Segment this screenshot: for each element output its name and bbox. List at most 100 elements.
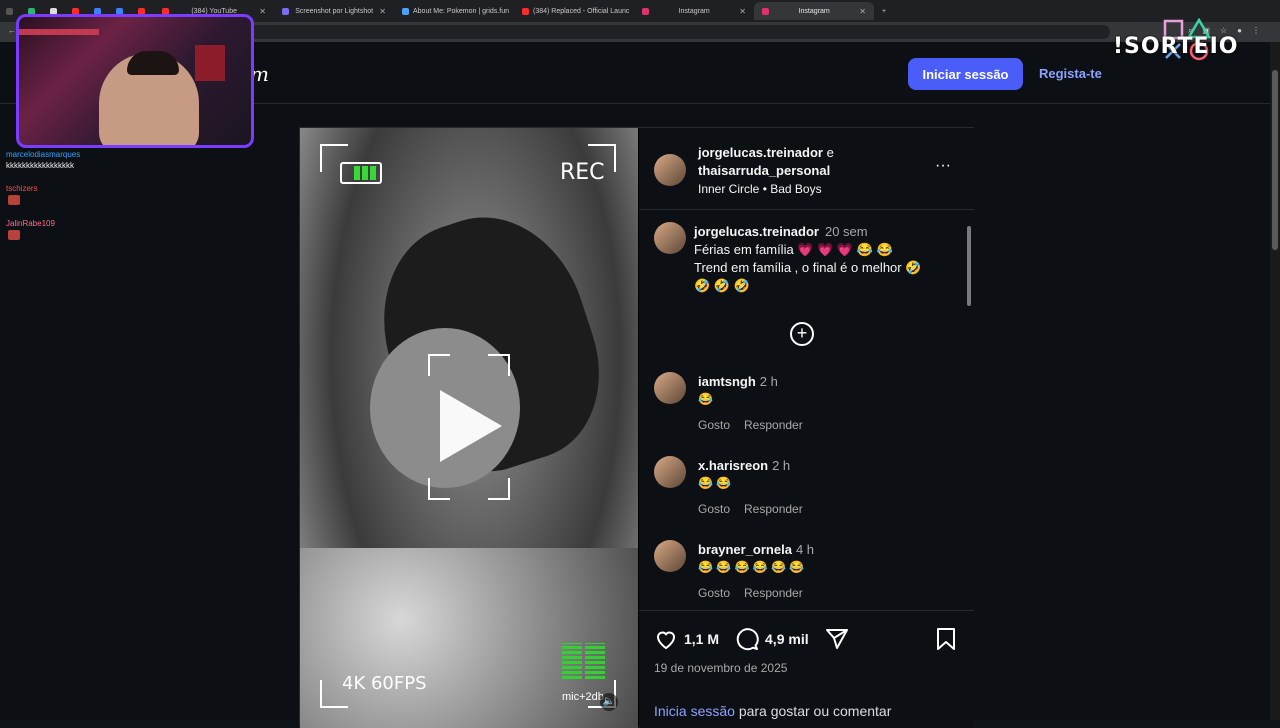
comment-time: 2 h [759,374,778,389]
avatar[interactable] [654,540,686,572]
comment-actions: Gosto Responder [698,586,803,600]
comment-actions: Gosto Responder [698,418,803,432]
focus-corner [488,478,510,500]
comment-user[interactable]: x.harisreon [698,458,768,473]
caption-line-1: Férias em família 💗 💗 💗 😂 😂 [694,242,893,257]
tab-instagram-2[interactable]: Instagram ✕ [754,2,874,20]
close-icon[interactable]: ✕ [739,7,746,16]
bookmark-icon[interactable] [935,627,957,651]
engagement-row: 1,1 M 4,9 mil [654,627,849,651]
chat-user: marcelodiasmarques [6,150,81,159]
tab-instagram-1[interactable]: Instagram ✕ [634,2,754,20]
back-arrow-icon[interactable]: ← [8,26,16,35]
likes-count[interactable]: 1,1 M [684,631,719,647]
tab-label: Instagram [798,7,830,15]
comment-user[interactable]: brayner_ornela [698,542,792,557]
avatar[interactable] [654,222,686,254]
page-scrollbar-thumb[interactable] [1272,70,1278,250]
tab-label: (384) Replaced - Official Launc [533,7,630,15]
signup-link[interactable]: Regista-te [1039,66,1102,81]
play-icon[interactable] [440,390,502,462]
tab-label: Screenshot por Lightshot [295,7,374,15]
close-icon[interactable]: ✕ [379,7,386,16]
post-video[interactable]: REC 4K 60FPS mic+2db 🔈 [300,128,638,728]
caption-time: 20 sem [824,224,868,239]
comment-actions: Gosto Responder [698,502,803,516]
close-icon[interactable]: ✕ [859,7,866,16]
comment-item: x.harisreon 2 h 😂 😂 Gosto Responder [639,456,974,540]
login-prompt-link[interactable]: Inicia sessão [654,703,735,719]
share-icon[interactable] [825,627,849,651]
tab-grids[interactable]: About Me: Pokemon | grids.fun✕ [394,2,514,20]
caption-line-2: Trend em família , o final é o melhor 🤣 [694,260,922,275]
grids-icon [402,7,409,15]
like-comment-button[interactable]: Gosto [698,586,730,600]
comment-text: 😂 [698,392,713,406]
author-link-1[interactable]: jorgelucas.treinador [698,145,823,160]
comment-time: 4 h [795,542,815,557]
close-icon[interactable]: ✕ [259,7,266,16]
and-word: e [826,145,834,160]
comment-time: 2 h [772,458,791,473]
youtube-icon [522,7,529,15]
focus-corner [488,354,510,376]
comment-text: 😂 😂 😂 😂 😂 😂 [698,560,805,574]
reply-button[interactable]: Responder [744,418,803,432]
like-comment-button[interactable]: Gosto [698,418,730,432]
webcam-streamer-hair [127,51,179,75]
address-field[interactable] [250,25,1110,39]
comments-count[interactable]: 4,9 mil [765,631,809,647]
chat-emote-icon [8,195,20,205]
avatar[interactable] [654,372,686,404]
post-card: REC 4K 60FPS mic+2db 🔈 jorgelucas.treina… [299,127,974,728]
like-comment-button[interactable]: Gosto [698,502,730,516]
audio-link[interactable]: Inner Circle • Bad Boys [698,182,822,196]
volume-icon[interactable]: 🔈 [600,693,618,711]
favicon-icon [6,7,13,15]
focus-corner [428,478,450,500]
login-prompt: Inicia sessão para gostar ou comentar [654,703,891,719]
mic-label: mic+2db [562,691,604,703]
webcam-poster [195,45,225,81]
more-options-icon[interactable]: ··· [935,157,951,175]
chat-user: tschizers [6,184,38,193]
new-tab-button[interactable]: + [874,2,894,20]
author-link-2[interactable]: thaisarruda_personal [698,163,830,178]
post-actions: 1,1 M 4,9 mil 19 de novembro de 2025 Ini… [639,610,974,728]
comment-header: brayner_ornela 4 h [698,542,814,557]
post-date: 19 de novembro de 2025 [654,661,788,675]
tab-label: About Me: Pokemon | grids.fun [413,7,509,15]
heart-icon[interactable] [654,627,678,651]
menu-icon[interactable]: ⋮ [1252,26,1260,36]
caption-line-3: 🤣 🤣 🤣 [694,278,750,293]
caption-user[interactable]: jorgelucas.treinador [694,224,819,239]
post-header: jorgelucas.treinador e thaisarruda_perso… [639,128,974,210]
scrollbar-thumb[interactable] [967,226,971,306]
comments-panel: jorgelucas.treinador 20 sem Férias em fam… [639,210,974,610]
focus-corner [428,354,450,376]
chat-user: JalinRabe109 [6,219,55,228]
reply-button[interactable]: Responder [744,586,803,600]
quality-label: 4K 60FPS [342,673,427,694]
comment-user[interactable]: iamtsngh [698,374,756,389]
comment-icon[interactable] [735,627,759,651]
instagram-icon [642,7,649,15]
caption-text: jorgelucas.treinador 20 sem Férias em fam… [694,223,954,295]
avatar[interactable] [654,154,686,186]
tab-label: Instagram [678,7,710,15]
tab-lightshot[interactable]: Screenshot por Lightshot ✕ [274,2,394,20]
comments-scrollbar[interactable] [966,218,972,608]
login-button[interactable]: Iniciar sessão [908,58,1023,90]
comment-header: iamtsngh 2 h [698,374,778,389]
chat-emote-icon [8,230,20,240]
streamer-webcam [16,14,254,148]
comment-text: 😂 😂 [698,476,732,490]
avatar[interactable] [654,456,686,488]
comment-item: iamtsngh 2 h 😂 Gosto Responder [639,372,974,456]
new-tab-label: + [882,7,887,15]
load-more-comments-icon[interactable]: + [790,322,814,346]
webcam-shelf [19,29,99,35]
page-scrollbar[interactable] [1270,42,1280,720]
reply-button[interactable]: Responder [744,502,803,516]
tab-replaced[interactable]: (384) Replaced - Official Launc✕ [514,2,634,20]
